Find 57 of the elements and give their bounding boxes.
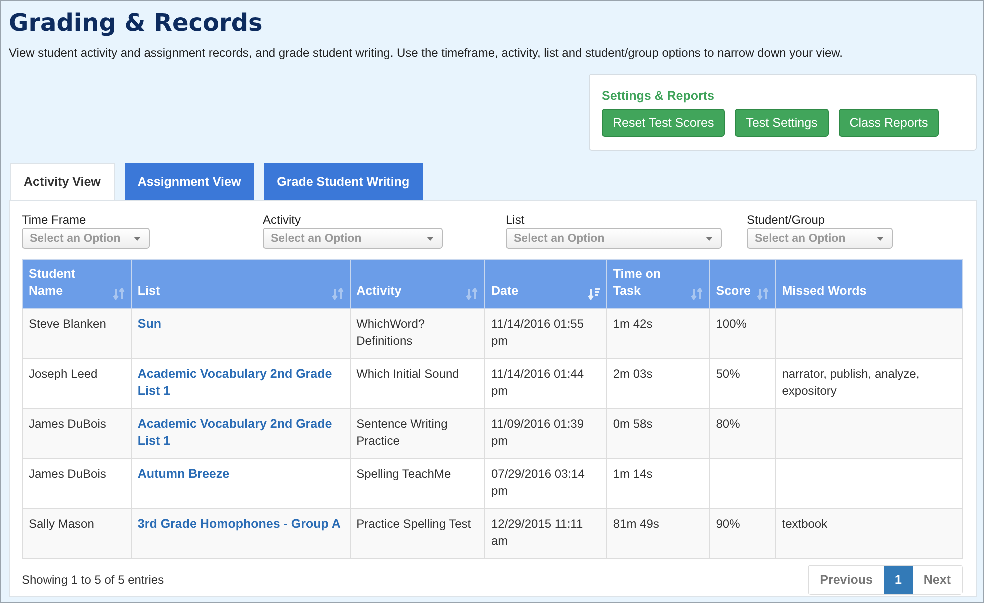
caret-icon [427,236,434,240]
list-link[interactable]: Sun [138,316,344,333]
page-title: Grading & Records [9,8,264,39]
sort-icon[interactable] [691,288,704,300]
table-cell: Practice Spelling Test [350,508,485,558]
column-header[interactable]: Date [484,260,607,308]
select-dropdown[interactable]: Select an Option [747,228,893,249]
sort-icon[interactable] [332,288,344,300]
table-cell: 81m 49s [606,508,710,558]
select-dropdown[interactable]: Select an Option [22,228,150,249]
filter-label: Time Frame [22,213,88,227]
tab[interactable]: Grade Student Writing [264,163,423,200]
settings-button[interactable]: Reset Test Scores [602,109,726,137]
page-description: View student activity and assignment records, and grade student writing. Use the timeframe, activity, list and student/group options to narrow down your view. [9,46,844,60]
table-cell: Steve Blanken [22,308,132,358]
list-link[interactable]: Academic Vocabulary 2nd Grade List 1 [138,366,344,400]
tab[interactable]: Assignment View [124,163,254,200]
column-header[interactable]: Student Name [22,260,132,308]
column-header[interactable]: Activity [350,260,485,308]
list-link[interactable]: Academic Vocabulary 2nd Grade List 1 [138,416,344,450]
column-header[interactable]: Score [710,260,776,308]
table-cell: 11/09/2016 01:39 pm [484,408,607,458]
caret-icon [706,236,713,240]
column-header[interactable]: Missed Words [776,260,962,308]
table-cell: 11/14/2016 01:55 pm [484,308,607,358]
tab[interactable]: Activity View [10,163,115,200]
table-cell: WhichWord? Definitions [350,308,485,358]
sort-icon[interactable] [588,288,600,300]
table-cell: 80% [710,408,776,458]
table-cell: 0m 58s [606,408,710,458]
pagination-button[interactable]: 1 [884,566,913,594]
table-cell: 1m 42s [606,308,710,358]
table-cell: Sally Mason [22,508,132,558]
sort-icon[interactable] [112,288,125,300]
filter-label: Student/Group [747,213,826,227]
settings-button[interactable]: Class Reports [838,109,940,137]
column-header[interactable]: List [131,260,350,308]
list-link[interactable]: Autumn Breeze [138,466,344,483]
table-cell: textbook [776,508,962,558]
filter-label: Activity [263,213,302,227]
panel-title: Settings & Reports [602,89,716,103]
sort-icon[interactable] [466,288,478,300]
settings-button[interactable]: Test Settings [735,109,829,137]
caret-icon [134,236,141,240]
table-cell: 100% [710,308,776,358]
table-cell: Sentence Writing Practice [350,408,485,458]
table-cell: 90% [710,508,776,558]
column-header[interactable]: Time on Task [606,260,710,308]
list-link[interactable]: 3rd Grade Homophones - Group A [138,516,344,533]
caret-icon [877,236,884,240]
sort-icon[interactable] [757,288,770,300]
entries-info: Showing 1 to 5 of 5 entries [22,573,164,587]
select-dropdown[interactable]: Select an Option [263,228,443,249]
table-cell: 12/29/2015 11:11 am [484,508,607,558]
select-dropdown[interactable]: Select an Option [506,228,722,249]
filter-label: List [506,213,526,227]
table-cell: James DuBois [22,408,132,458]
